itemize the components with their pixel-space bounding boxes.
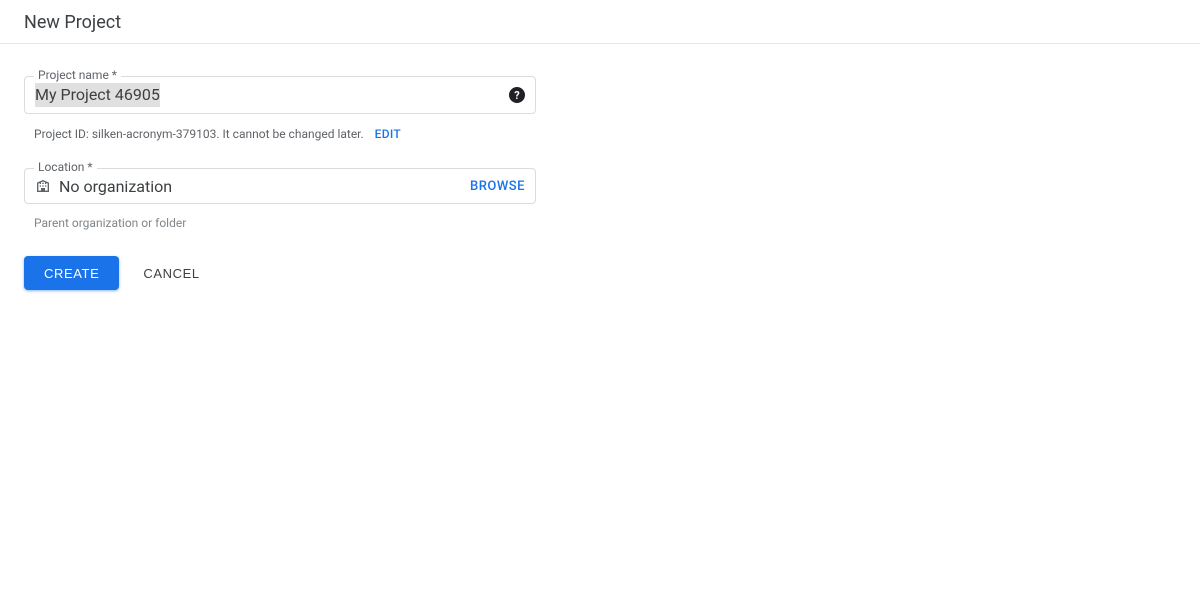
form-actions: CREATE CANCEL (24, 256, 536, 290)
project-id-note-prefix: It (222, 127, 229, 141)
location-helper: Parent organization or folder (24, 210, 536, 230)
help-icon[interactable]: ? (509, 87, 525, 103)
project-id-helper: Project ID: silken-acronym-379103. It ca… (24, 120, 536, 142)
project-name-value: My Project 46905 (35, 83, 160, 107)
location-label: Location * (34, 161, 97, 173)
cancel-button[interactable]: CANCEL (139, 256, 203, 290)
project-name-input[interactable]: My Project 46905 (35, 83, 503, 107)
form-content: Project name * My Project 46905 ? Projec… (0, 44, 1200, 322)
location-input-box[interactable]: No organization BROWSE (24, 168, 536, 204)
location-value: No organization (59, 177, 470, 196)
browse-button[interactable]: BROWSE (470, 179, 525, 194)
page-title: New Project (24, 12, 121, 33)
project-id-prefix: Project ID: (34, 127, 89, 141)
organization-icon (35, 178, 51, 194)
project-id-value: silken-acronym-379103. (92, 127, 220, 141)
project-name-field: Project name * My Project 46905 ? (24, 76, 536, 114)
project-id-note: cannot be changed later. (230, 127, 364, 141)
create-button[interactable]: CREATE (24, 256, 119, 290)
edit-project-id-link[interactable]: EDIT (375, 127, 401, 141)
project-name-label: Project name * (34, 69, 121, 81)
page-header: New Project (0, 0, 1200, 44)
location-field: Location * No organization BROWSE (24, 168, 536, 204)
